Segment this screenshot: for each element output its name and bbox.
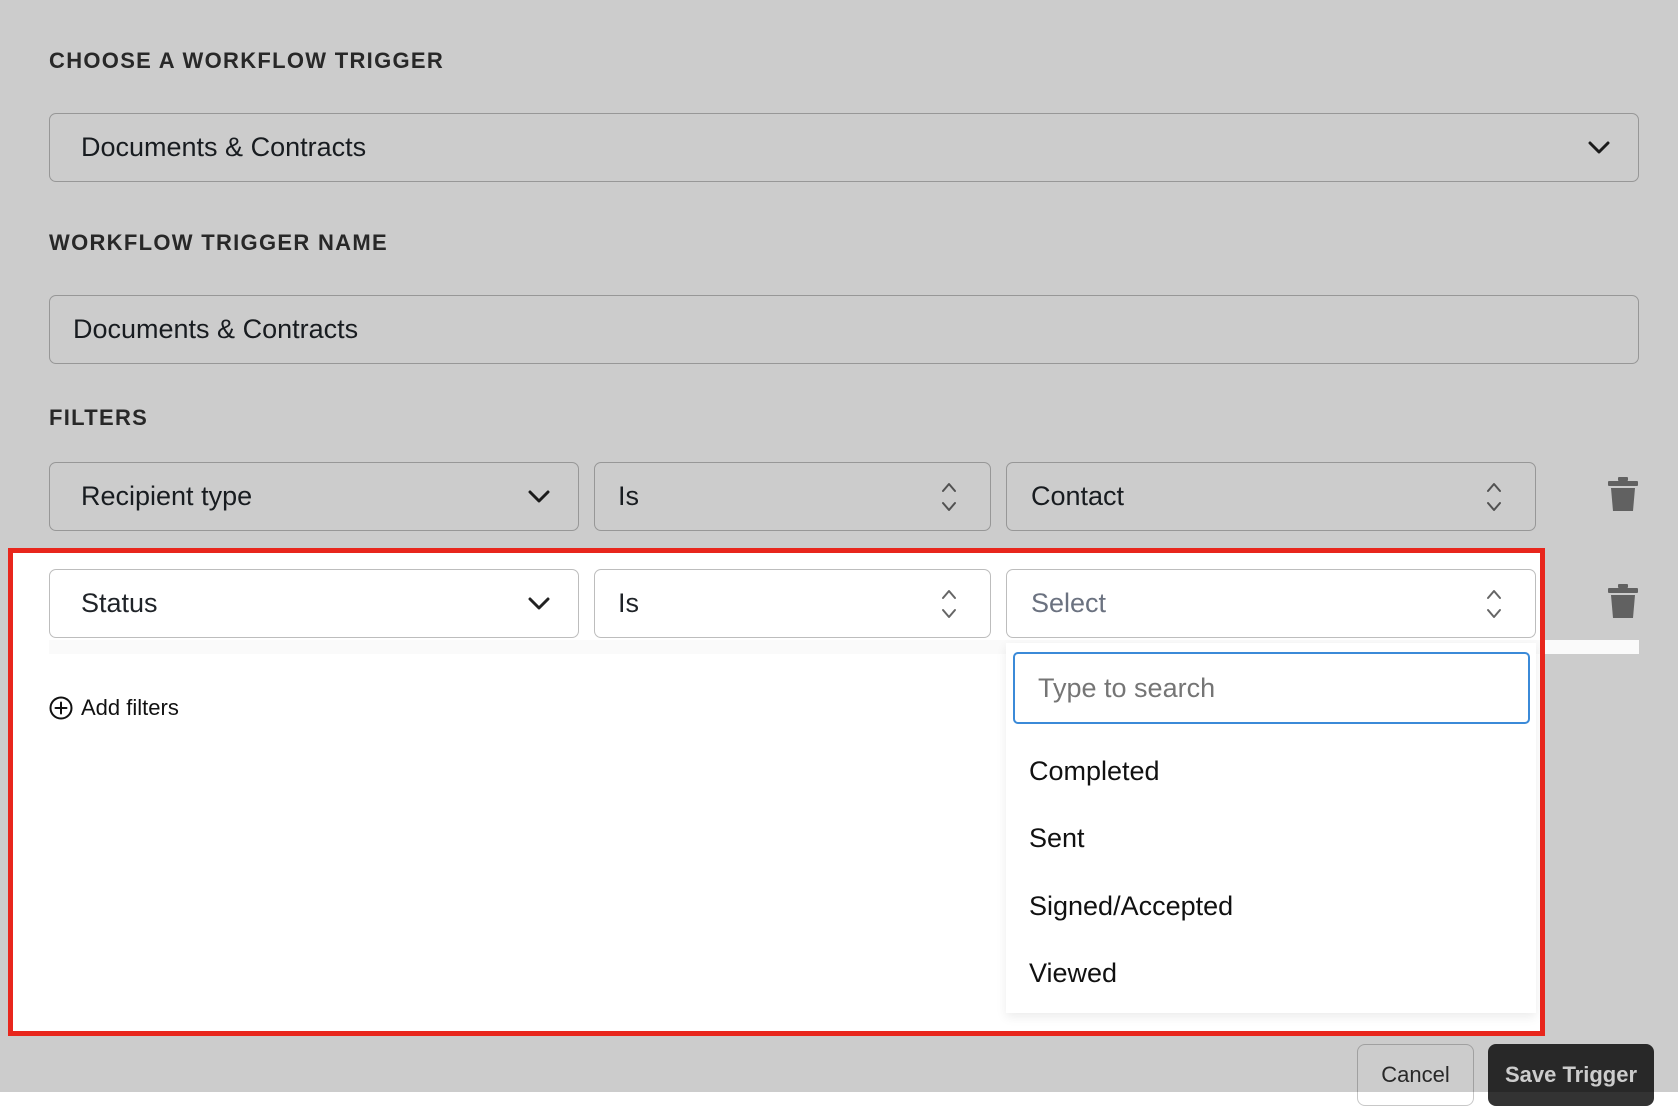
add-filters-button[interactable]: Add filters [49,693,179,723]
dropdown-option-viewed[interactable]: Viewed [1029,958,1117,989]
filter-1-field-select[interactable]: Recipient type [49,462,579,531]
dropdown-search-input[interactable] [1013,652,1530,724]
cancel-button[interactable]: Cancel [1357,1044,1474,1106]
filter-2-value-placeholder: Select [1031,588,1107,618]
filter-2-field-value: Status [81,588,158,618]
up-down-arrows-icon [942,482,956,511]
up-down-arrows-icon [1487,482,1501,511]
filter-1-trash-icon[interactable] [1607,476,1639,512]
add-filters-label: Add filters [81,695,179,720]
up-down-arrows-icon [942,589,956,618]
filter-2-operator-value: Is [618,588,640,618]
filter-1-operator-value: Is [618,481,640,511]
save-trigger-button[interactable]: Save Trigger [1488,1044,1654,1106]
filter-1-operator-select[interactable]: Is [594,462,991,531]
filter-1-value-value: Contact [1031,481,1125,511]
plus-circle-icon [49,696,73,720]
trigger-name-value: Documents & Contracts [73,314,359,344]
up-down-arrows-icon [1487,589,1501,618]
dropdown-option-completed[interactable]: Completed [1029,756,1160,787]
trigger-section-label: CHOOSE A WORKFLOW TRIGGER [49,48,445,73]
chevron-down-icon [528,597,550,609]
filter-2-value-select[interactable]: Select [1006,569,1536,638]
dropdown-option-sent[interactable]: Sent [1029,823,1085,854]
filters-section-label: FILTERS [49,405,149,430]
filter-2-field-select[interactable]: Status [49,569,579,638]
filter-2-trash-icon[interactable] [1607,583,1639,619]
trigger-name-input[interactable]: Documents & Contracts [49,295,1639,364]
filter-1-field-value: Recipient type [81,481,253,511]
name-section-label: WORKFLOW TRIGGER NAME [49,230,388,255]
chevron-down-icon [1588,141,1610,153]
trigger-select[interactable]: Documents & Contracts [49,113,1639,182]
trigger-select-value: Documents & Contracts [81,132,367,162]
chevron-down-icon [528,490,550,502]
filter-1-value-select[interactable]: Contact [1006,462,1536,531]
filter-2-operator-select[interactable]: Is [594,569,991,638]
dropdown-option-signed-accepted[interactable]: Signed/Accepted [1029,891,1233,922]
